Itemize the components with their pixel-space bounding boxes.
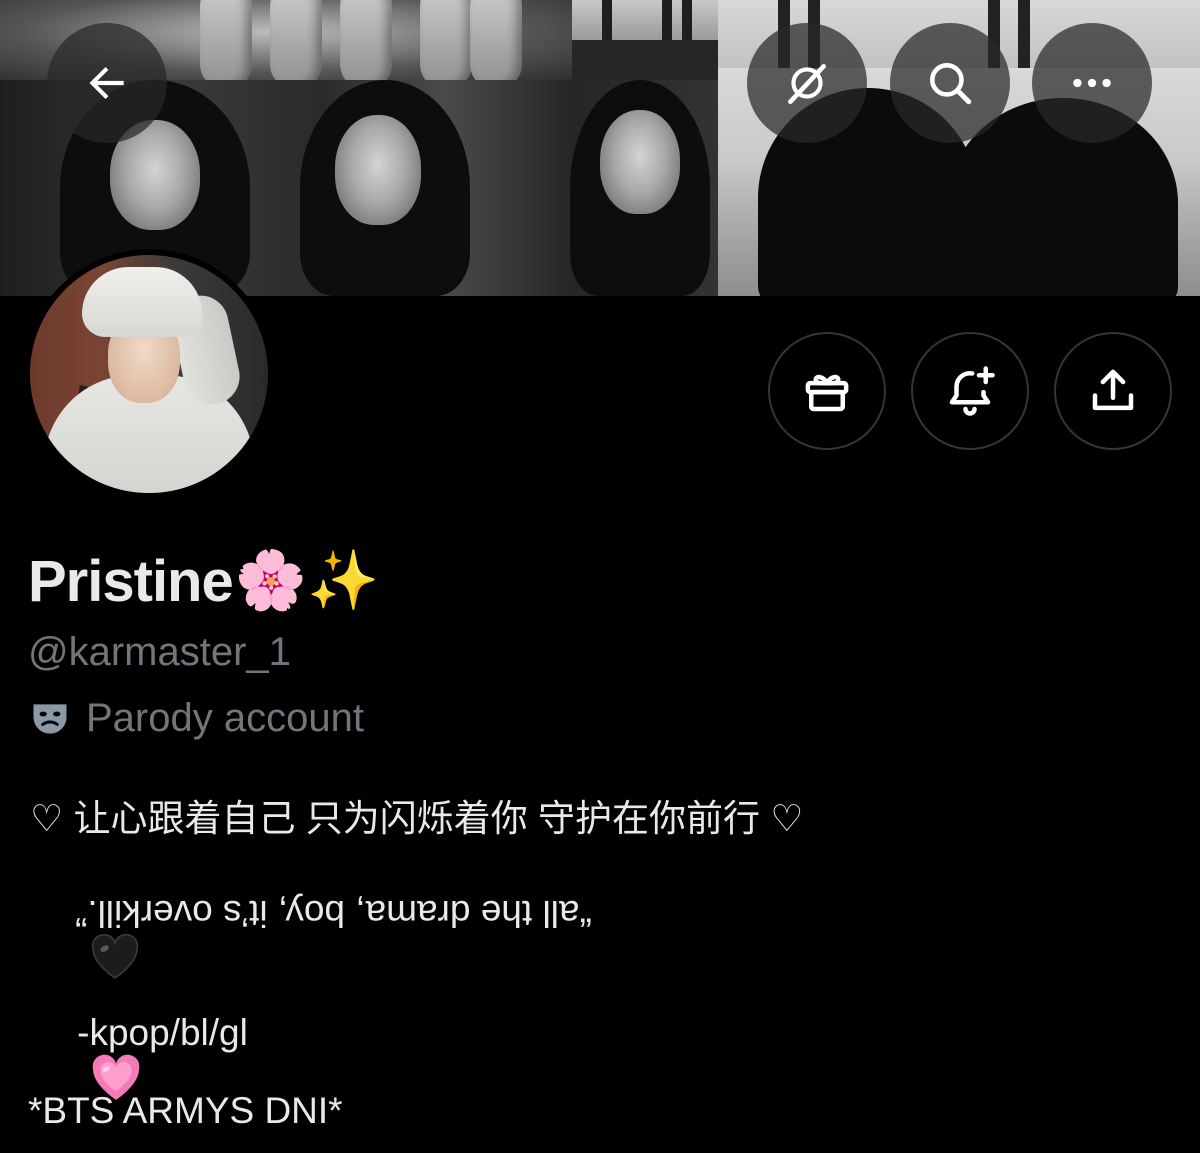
search-icon: [930, 63, 972, 105]
banner-tile-dark: [572, 40, 718, 80]
display-name-row: Pristine 🌸✨: [28, 546, 379, 616]
user-handle: @karmaster_1: [28, 630, 291, 674]
more-horizontal-icon: [1073, 78, 1111, 88]
share-button[interactable]: [1054, 332, 1172, 450]
parody-label-text: Parody account: [86, 696, 364, 740]
arrow-left-icon: [89, 66, 124, 100]
bell-plus-icon: [949, 366, 995, 416]
notify-button[interactable]: [911, 332, 1029, 450]
search-button[interactable]: [890, 23, 1010, 143]
more-button[interactable]: [1032, 23, 1152, 143]
display-name: Pristine: [28, 548, 234, 614]
bio-line-1: ♡ 让心跟着自己 只为闪烁着你 守护在你前行 ♡: [30, 798, 804, 839]
parody-label[interactable]: Parody account: [28, 696, 364, 741]
avatar-photo: [30, 255, 268, 493]
back-button[interactable]: [47, 23, 167, 143]
profile-screen: Pristine 🌸✨ @karmaster_1 Parody account …: [0, 0, 1200, 1153]
profile-banner[interactable]: [0, 0, 1200, 296]
gift-icon: [805, 374, 849, 412]
share-icon: [1092, 369, 1134, 411]
bio-line-2-text: “all the drama, boy, it’s overkill.”: [75, 893, 592, 934]
banner-tile-legs: [572, 0, 718, 40]
name-emojis: 🌸✨: [234, 548, 380, 613]
avatar[interactable]: [24, 249, 274, 499]
grok-icon: [788, 64, 826, 105]
theater-masks-icon: [33, 703, 67, 734]
bio-line-3-text: -kpop/bl/gl: [77, 1012, 248, 1053]
bio-line-4: *BTS ARMYS DNI*: [28, 1090, 343, 1131]
gift-button[interactable]: [768, 332, 886, 450]
grok-button[interactable]: [747, 23, 867, 143]
